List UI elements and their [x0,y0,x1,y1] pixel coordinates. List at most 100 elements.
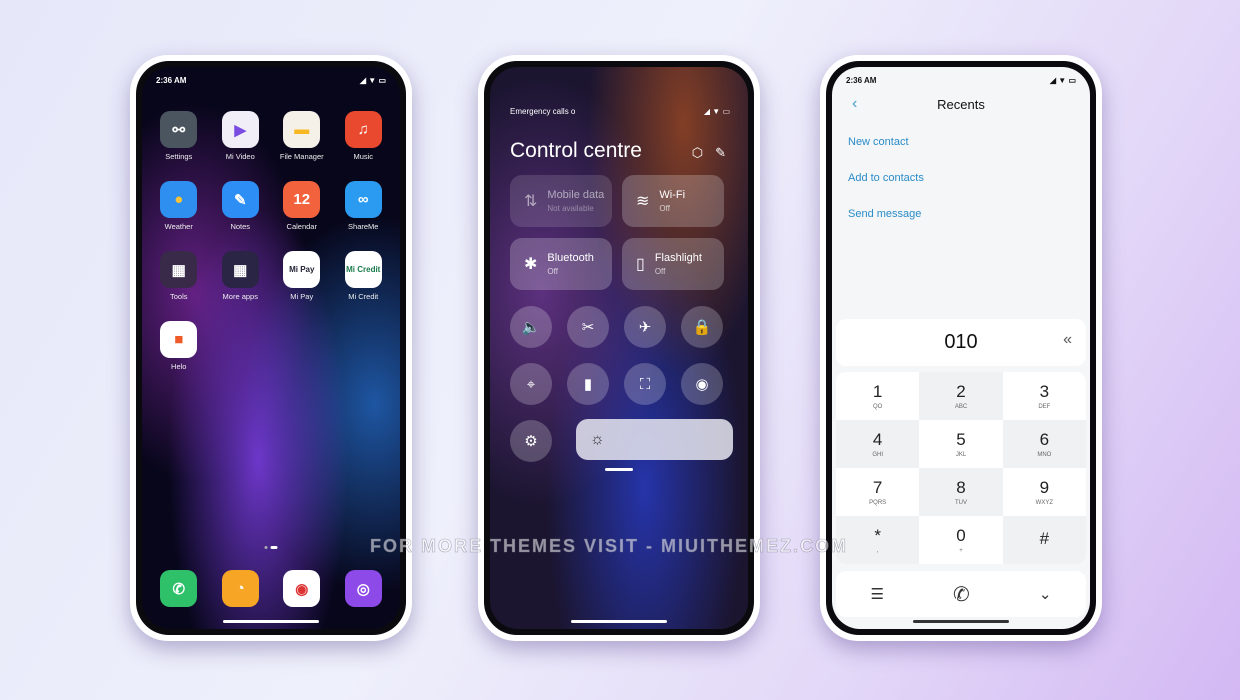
app-mi-credit[interactable]: Mi Credit Mi Credit [333,251,395,301]
notes-icon: ✎ [221,181,259,218]
number-text: 010 [944,331,978,353]
toggle-button[interactable]: ⚙ [510,420,552,462]
key-3[interactable]: 3 DEF [1002,372,1086,420]
key-9[interactable]: 9 WXYZ [1002,468,1086,516]
camera-icon[interactable]: ◎ [344,570,382,607]
toggle-button[interactable]: ◉ [681,363,723,405]
app-label: Mi Pay [290,292,314,301]
app-label: Mi Credit [348,292,379,301]
tile-bluetooth[interactable]: ✱ Bluetooth Off [510,238,612,290]
key-*[interactable]: *, [836,516,920,564]
send-message-link[interactable]: Send message [848,208,921,220]
app-shareme[interactable]: ∞ ShareMe [333,181,395,231]
key-7[interactable]: 7 PQRS [836,468,920,516]
key-0[interactable]: 0 + [919,516,1003,564]
toggle-button[interactable]: 🔈 [510,306,552,348]
toggle-button[interactable]: 🔒 [681,306,723,348]
status-time: 2:36 AM [846,76,877,85]
signal-wifi-battery-icon: ◢ ▼ ▭ [703,107,730,116]
brightness-slider[interactable]: ☼ [576,419,733,460]
app-music[interactable]: ♫ Music [333,111,395,161]
backspace-icon[interactable]: « [1063,331,1072,349]
key-4[interactable]: 4 GHI [836,420,920,468]
add-to-contacts-link[interactable]: Add to contacts [848,172,924,184]
status-text: Emergency calls o [510,107,576,116]
key-letters: DEF [1038,404,1051,410]
edit-icon[interactable]: ✎ [715,145,726,161]
app-weather[interactable]: ● Weather [148,181,210,231]
app-mi-video[interactable]: ▶ Mi Video [210,111,272,161]
tile-label: Bluetooth [547,252,594,264]
key-letters: QO [872,404,883,410]
app-mi-pay[interactable]: Mi Pay Mi Pay [271,251,333,301]
tile-state: Off [547,267,558,276]
key-letters: , [876,548,879,554]
app-more-apps[interactable]: ▦ More apps [210,251,272,301]
toggle-button[interactable]: ⌖ [510,363,552,405]
helo-icon: ■ [160,321,198,358]
dialer-actions: ☰ ✆ ⌄ [836,571,1086,617]
page-title: Recents [937,97,985,112]
call-icon[interactable]: ✆ [953,582,970,607]
tile-icon: ✱ [524,256,538,273]
status-bar: 2:36 AM ◢ ▼ ▭ [156,76,386,85]
app-notes[interactable]: ✎ Notes [210,181,272,231]
mi-credit-icon: Mi Credit [344,251,382,288]
drag-handle[interactable] [605,468,633,471]
tile-state: Off [654,267,666,276]
collapse-keypad-icon[interactable]: ⌄ [1039,585,1052,603]
messaging-icon[interactable]: ◔ [221,570,259,607]
phone-dialer: 2:36 AM ◢ ▼ ▭ ‹ Recents New contact Add t… [820,55,1102,641]
tile-icon: ▯ [636,256,645,273]
toggle-button[interactable]: ✂ [567,306,609,348]
phone-icon[interactable]: ✆ [160,570,198,607]
home-indicator[interactable] [913,620,1009,623]
toggle-button[interactable]: ▮ [567,363,609,405]
tile-label: Flashlight [654,252,702,264]
page-indicator [264,546,278,549]
toggle-button[interactable]: ⛶ [624,363,666,405]
app-file-manager[interactable]: ▬ File Manager [271,111,333,161]
toggle-button[interactable]: ✈ [624,306,666,348]
home-indicator[interactable] [223,620,319,623]
key-5[interactable]: 5 JKL [919,420,1003,468]
key-digit: # [1039,529,1050,548]
page-title: Control centre [510,139,642,162]
app-calendar[interactable]: 12 Calendar [271,181,333,231]
status-time: 2:36 AM [156,76,187,85]
tile-state: Off [659,204,670,213]
signal-wifi-battery-icon: ◢ ▼ ▭ [1049,76,1076,85]
key-digit: 4 [872,430,883,449]
key-8[interactable]: 8 TUV [919,468,1003,516]
music-icon: ♫ [344,111,382,148]
app-label: File Manager [279,152,324,161]
app-tools[interactable]: ▦ Tools [148,251,210,301]
key-6[interactable]: 6 MNO [1002,420,1086,468]
menu-icon[interactable]: ☰ [871,585,884,603]
file-manager-icon: ▬ [283,111,321,148]
app-grid: ⚯ Settings ▶ Mi Video ▬ File Manager ♫ Music ● We… [148,111,394,371]
new-contact-link[interactable]: New contact [848,136,909,148]
key-1[interactable]: 1 QO [836,372,920,420]
key-2[interactable]: 2 ABC [919,372,1003,420]
tile-flashlight[interactable]: ▯ Flashlight Off [622,238,724,290]
key-digit: 0 [956,526,966,545]
mi-pay-icon: Mi Pay [283,251,321,288]
key-digit: 1 [872,382,883,401]
chrome-icon[interactable]: ◉ [283,570,321,607]
tile-icon: ⇅ [524,193,538,210]
weather-icon: ● [160,181,198,218]
app-label: Weather [164,222,193,231]
app-settings[interactable]: ⚯ Settings [148,111,210,161]
key-digit: 8 [956,478,966,497]
key-#[interactable]: # [1002,516,1086,564]
tile-wi-fi[interactable]: ≋ Wi-Fi Off [622,175,724,227]
app-label: ShareMe [348,222,379,231]
home-indicator[interactable] [571,620,667,623]
signal-wifi-battery-icon: ◢ ▼ ▭ [359,76,386,85]
app-helo[interactable]: ■ Helo [148,321,210,371]
tile-mobile-data[interactable]: ⇅ Mobile data Not available [510,175,612,227]
app-label: Settings [165,152,193,161]
settings-icon[interactable]: ⬡ [692,145,703,161]
dialed-number[interactable]: 010 « [836,319,1086,366]
